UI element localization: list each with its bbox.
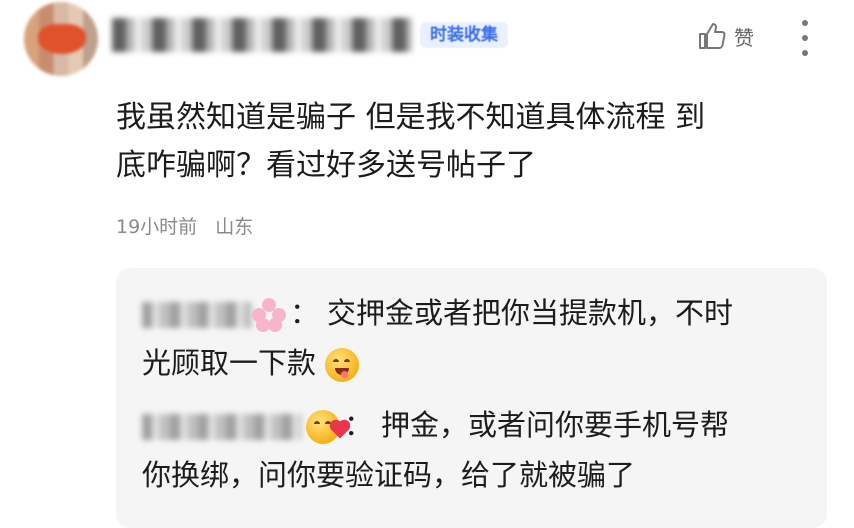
more-options-button[interactable]: [798, 20, 812, 56]
username-blurred[interactable]: [112, 18, 412, 52]
comment-location: 山东: [215, 216, 254, 238]
reply-item[interactable]: ：押金，或者问你要手机号帮 你换绑，问你要验证码，给了就被骗了: [142, 400, 802, 500]
comment-line-2: 底咋骗啊？看过好多送号帖子了: [116, 148, 536, 183]
kiss-emoji-icon: [306, 410, 349, 444]
comment-line-1: 我虽然知道是骗子 但是我不知道具体流程 到: [116, 100, 706, 135]
reply-author-blurred[interactable]: [142, 302, 252, 328]
reply-text-line-1: 押金，或者问你要手机号帮: [381, 408, 730, 442]
like-button[interactable]: 赞: [696, 20, 754, 52]
thumbs-up-icon: [699, 23, 726, 49]
flower-icon: [252, 298, 286, 332]
reply-author-blurred[interactable]: [142, 414, 302, 440]
reply-item[interactable]: ：交押金或者把你当提款机，不时 光顾取一下款: [142, 288, 802, 388]
comment-body: 我虽然知道是骗子 但是我不知道具体流程 到 底咋骗啊？看过好多送号帖子了: [116, 94, 816, 190]
tongue-wink-emoji-icon: [325, 348, 360, 382]
reply-text-line-1: 交押金或者把你当提款机，不时: [327, 296, 734, 330]
avatar[interactable]: [24, 2, 98, 76]
like-label: 赞: [734, 25, 754, 50]
replies-panel[interactable]: ：交押金或者把你当提款机，不时 光顾取一下款 ：押金，或者问你要手机号帮 你换绑…: [116, 268, 827, 528]
comment-meta: 19小时前 山东: [116, 212, 253, 239]
more-vertical-icon: [802, 20, 808, 26]
reply-text-line-2: 光顾取一下款: [142, 346, 317, 380]
comment-time: 19小时前: [116, 216, 198, 238]
avatar-face: [38, 24, 86, 54]
user-badge[interactable]: 时装收集: [420, 22, 508, 48]
reply-text-line-2: 你换绑，问你要验证码，给了就被骗了: [142, 458, 636, 492]
